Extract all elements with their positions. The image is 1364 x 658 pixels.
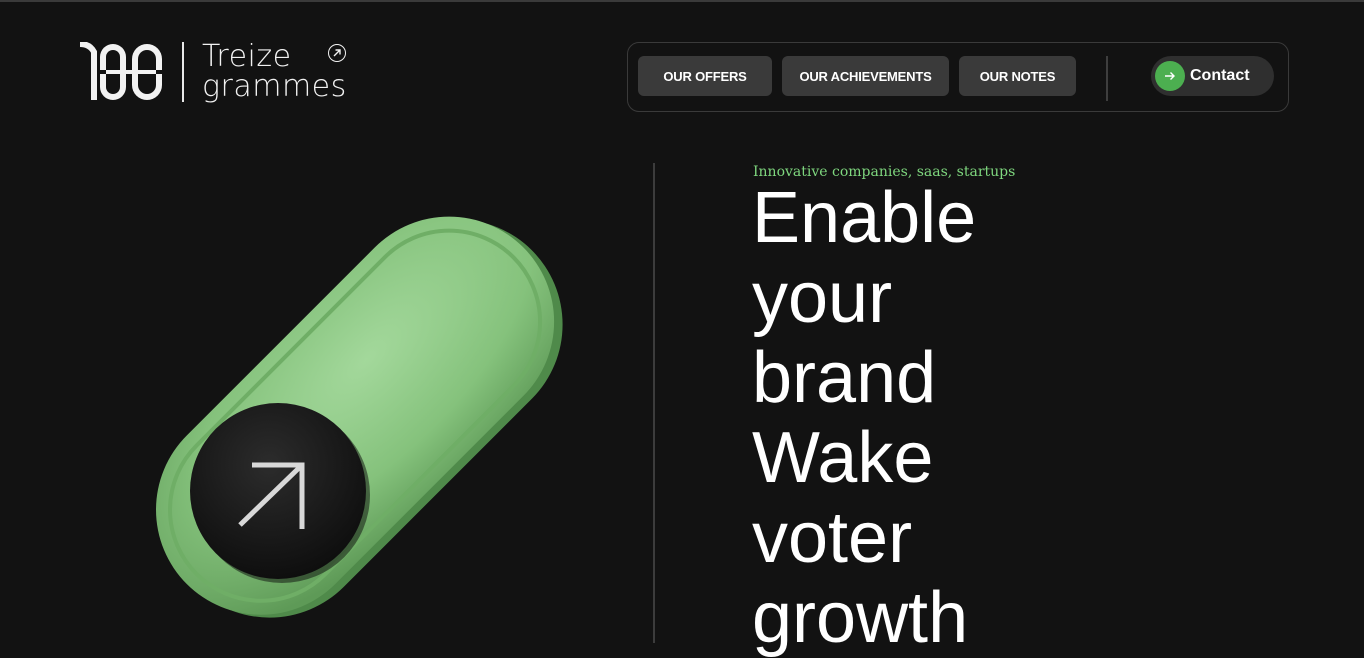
logo-mark-icon (80, 42, 162, 100)
green-toggle-illustration (156, 216, 563, 618)
nav-item-label: OUR NOTES (979, 68, 1056, 84)
contact-button[interactable]: Contact (1151, 56, 1274, 96)
hero-divider (653, 163, 655, 643)
nav-our-achievements[interactable]: OUR ACHIEVEMENTS (782, 56, 949, 96)
arrow-right-icon (1155, 61, 1185, 91)
contact-label: Contact (1190, 67, 1250, 84)
nav-item-label: OUR OFFERS (663, 68, 747, 84)
headline-line: Wake (752, 418, 934, 498)
headline-line: your (752, 258, 893, 338)
brand-logo[interactable]: Treize grammes (80, 42, 347, 102)
logo-line-2: grammes (202, 69, 347, 104)
nav-divider (1106, 56, 1108, 101)
arrow-up-right-circle-icon (327, 44, 346, 62)
nav-our-notes[interactable]: OUR NOTES (959, 56, 1076, 96)
headline-line: voter (752, 498, 913, 578)
logo-wordmark: Treize grammes (202, 42, 347, 102)
headline-line: brand (752, 338, 937, 418)
top-border (0, 0, 1364, 2)
headline-line: growth (752, 578, 969, 658)
nav-item-label: OUR ACHIEVEMENTS (799, 68, 932, 84)
logo-line-1: Treize (202, 39, 292, 74)
hero-headline: Enable your brand Wake voter growth (752, 178, 976, 658)
headline-line: Enable (752, 178, 977, 258)
logo-divider (182, 42, 184, 102)
nav-our-offers[interactable]: OUR OFFERS (638, 56, 772, 96)
main-nav: OUR OFFERS OUR ACHIEVEMENTS OUR NOTES Co… (627, 42, 1289, 112)
